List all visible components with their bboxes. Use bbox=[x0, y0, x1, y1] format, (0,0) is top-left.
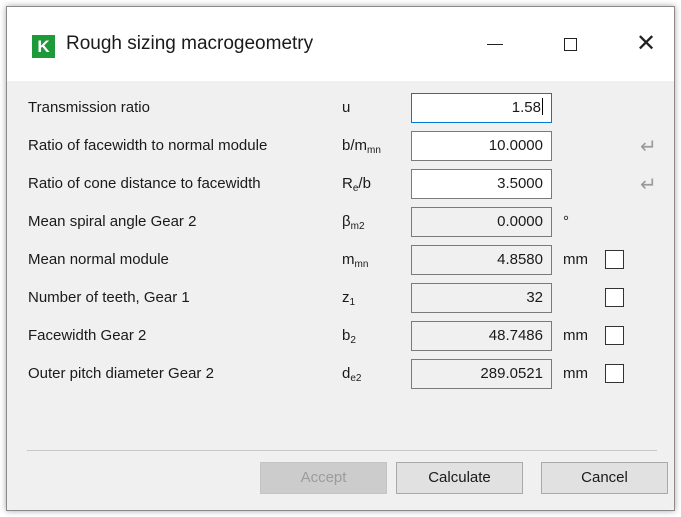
outer-pitch-diameter-checkbox[interactable] bbox=[605, 364, 624, 383]
dialog-window: K Rough sizing macrogeometry ✕ Transmiss… bbox=[6, 6, 675, 511]
field-label: Number of teeth, Gear 1 bbox=[28, 289, 190, 306]
field-symbol: z1 bbox=[342, 289, 355, 308]
divider bbox=[27, 450, 657, 451]
normal-module-checkbox[interactable] bbox=[605, 250, 624, 269]
symbol-subscript: mn bbox=[354, 259, 369, 270]
unit-label: mm bbox=[563, 327, 588, 344]
field-symbol: b/mmn bbox=[342, 137, 381, 156]
row-cone-distance-ratio: Ratio of cone distance to facewidth Re/b… bbox=[7, 169, 674, 199]
text-caret bbox=[542, 98, 543, 115]
unit-label: mm bbox=[563, 251, 588, 268]
facewidth-gear2-checkbox[interactable] bbox=[605, 326, 624, 345]
facewidth-gear2-output: 48.7486 bbox=[411, 321, 552, 351]
row-facewidth-gear2: Facewidth Gear 2 b2 48.7486 mm bbox=[7, 321, 674, 351]
row-transmission-ratio: Transmission ratio u 1.58 bbox=[7, 93, 674, 123]
input-value: 3.5000 bbox=[497, 175, 543, 192]
title-bar: K Rough sizing macrogeometry ✕ bbox=[7, 7, 674, 81]
maximize-button[interactable] bbox=[542, 7, 598, 81]
normal-module-output: 4.8580 bbox=[411, 245, 552, 275]
field-symbol: de2 bbox=[342, 365, 361, 384]
output-value: 289.0521 bbox=[480, 365, 543, 382]
symbol-text: β bbox=[342, 213, 351, 230]
minimize-icon bbox=[487, 43, 503, 45]
symbol-subscript: m2 bbox=[350, 221, 365, 232]
field-symbol: Re/b bbox=[342, 175, 371, 194]
field-label: Mean normal module bbox=[28, 251, 169, 268]
row-spiral-angle: Mean spiral angle Gear 2 βm2 0.0000 ° bbox=[7, 207, 674, 237]
field-symbol: βm2 bbox=[342, 213, 365, 232]
field-label: Ratio of cone distance to facewidth bbox=[28, 175, 261, 192]
field-symbol: mmn bbox=[342, 251, 368, 270]
window-title: Rough sizing macrogeometry bbox=[66, 33, 314, 54]
row-normal-module: Mean normal module mmn 4.8580 mm bbox=[7, 245, 674, 275]
row-outer-pitch-diameter: Outer pitch diameter Gear 2 de2 289.0521… bbox=[7, 359, 674, 389]
symbol-text: R bbox=[342, 175, 353, 192]
unit-label: ° bbox=[563, 213, 569, 230]
field-label: Mean spiral angle Gear 2 bbox=[28, 213, 197, 230]
facewidth-module-ratio-input[interactable]: 10.0000 bbox=[411, 131, 552, 161]
symbol-tail: /b bbox=[358, 175, 371, 192]
output-value: 4.8580 bbox=[497, 251, 543, 268]
cancel-button[interactable]: Cancel bbox=[541, 462, 668, 494]
input-value: 10.0000 bbox=[488, 137, 543, 154]
symbol-subscript: 1 bbox=[349, 297, 356, 308]
field-label: Transmission ratio bbox=[28, 99, 150, 116]
enter-icon[interactable]: ↵ bbox=[640, 172, 657, 197]
minimize-button[interactable] bbox=[467, 7, 523, 81]
accept-button[interactable]: Accept bbox=[260, 462, 387, 494]
symbol-text: b/m bbox=[342, 137, 368, 154]
input-value: 1.58 bbox=[511, 99, 541, 116]
field-symbol: u bbox=[342, 99, 350, 116]
field-symbol: b2 bbox=[342, 327, 356, 346]
symbol-text: u bbox=[342, 99, 351, 116]
teeth-count-checkbox[interactable] bbox=[605, 288, 624, 307]
symbol-subscript: 2 bbox=[350, 335, 356, 346]
spiral-angle-output: 0.0000 bbox=[411, 207, 552, 237]
transmission-ratio-input[interactable]: 1.58 bbox=[411, 93, 552, 123]
output-value: 48.7486 bbox=[488, 327, 543, 344]
app-logo-icon: K bbox=[32, 35, 55, 58]
calculate-button[interactable]: Calculate bbox=[396, 462, 523, 494]
close-button[interactable]: ✕ bbox=[618, 7, 674, 81]
symbol-text: m bbox=[342, 251, 355, 268]
output-value: 32 bbox=[526, 289, 543, 306]
enter-icon[interactable]: ↵ bbox=[640, 134, 657, 159]
output-value: 0.0000 bbox=[497, 213, 543, 230]
field-label: Facewidth Gear 2 bbox=[28, 327, 147, 344]
outer-pitch-diameter-output: 289.0521 bbox=[411, 359, 552, 389]
close-icon: ✕ bbox=[635, 30, 657, 57]
cone-distance-ratio-input[interactable]: 3.5000 bbox=[411, 169, 552, 199]
row-facewidth-module-ratio: Ratio of facewidth to normal module b/mm… bbox=[7, 131, 674, 161]
unit-label: mm bbox=[563, 365, 588, 382]
symbol-subscript: mn bbox=[367, 145, 381, 156]
maximize-icon bbox=[563, 37, 577, 51]
symbol-subscript: e2 bbox=[350, 373, 362, 384]
row-teeth-count: Number of teeth, Gear 1 z1 32 bbox=[7, 283, 674, 313]
dialog-content: Transmission ratio u 1.58 Ratio of facew… bbox=[7, 81, 674, 510]
field-label: Outer pitch diameter Gear 2 bbox=[28, 365, 214, 382]
symbol-text: z bbox=[342, 289, 350, 306]
teeth-count-output: 32 bbox=[411, 283, 552, 313]
field-label: Ratio of facewidth to normal module bbox=[28, 137, 268, 154]
